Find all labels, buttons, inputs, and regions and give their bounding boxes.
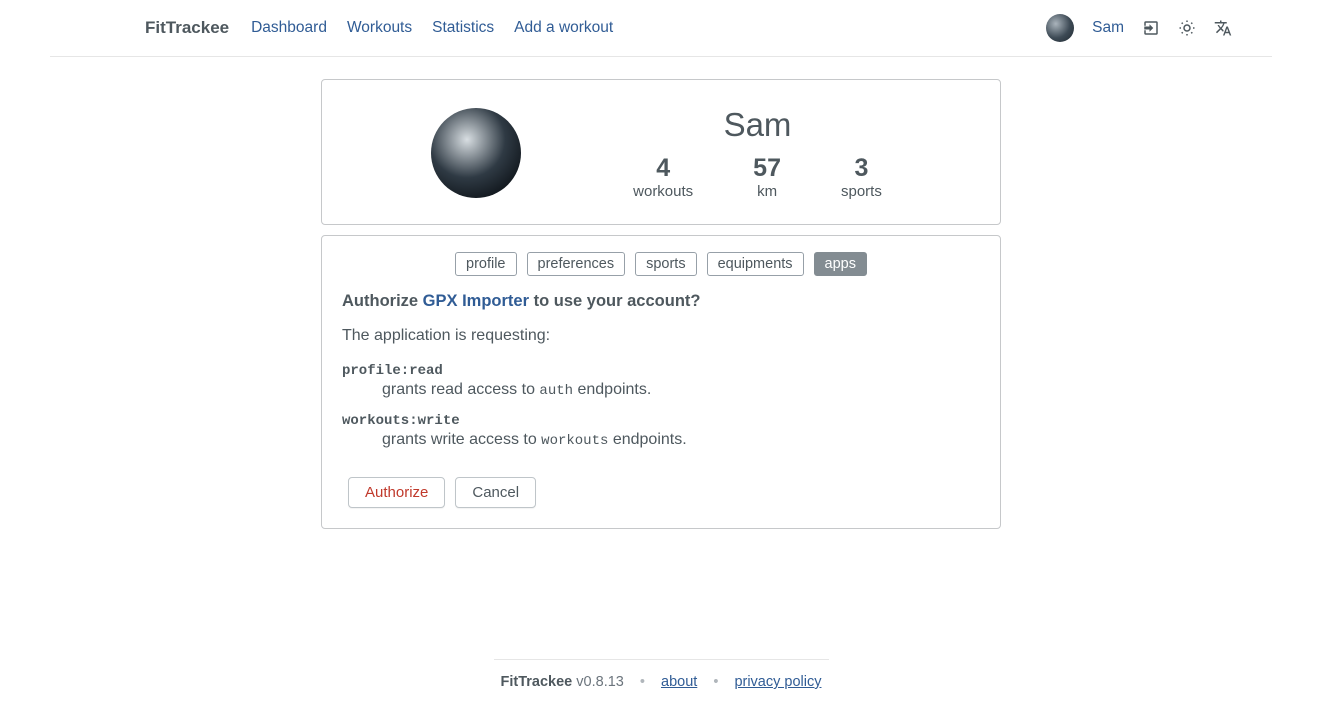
scope-name: profile:read xyxy=(342,363,980,379)
scope-workouts-write: workouts:write grants write access to wo… xyxy=(342,413,980,449)
footer-brand: FitTrackee xyxy=(501,674,573,690)
footer-separator: • xyxy=(713,674,718,690)
nav-workouts[interactable]: Workouts xyxy=(347,19,412,37)
button-row: Authorize Cancel xyxy=(348,477,980,508)
avatar[interactable] xyxy=(1046,14,1074,42)
footer-about-link[interactable]: about xyxy=(661,674,697,690)
app-name-link[interactable]: GPX Importer xyxy=(423,292,529,310)
stat-sports-num: 3 xyxy=(841,154,882,183)
tab-profile[interactable]: profile xyxy=(455,252,517,276)
nav-dashboard[interactable]: Dashboard xyxy=(251,19,327,37)
footer-version: v0.8.13 xyxy=(572,674,624,690)
profile-avatar xyxy=(431,108,521,198)
stat-sports: 3 sports xyxy=(841,154,882,200)
authorize-heading: Authorize GPX Importer to use your accou… xyxy=(342,292,980,311)
profile-main: Sam 4 workouts 57 km 3 sports xyxy=(581,106,974,200)
navbar: FitTrackee Dashboard Workouts Statistics… xyxy=(50,0,1272,57)
cancel-button[interactable]: Cancel xyxy=(455,477,536,508)
content-card: profile preferences sports equipments ap… xyxy=(321,235,1001,529)
tab-sports[interactable]: sports xyxy=(635,252,697,276)
nav-username[interactable]: Sam xyxy=(1092,19,1124,37)
logout-icon[interactable] xyxy=(1142,19,1160,37)
authorize-suffix: to use your account? xyxy=(529,292,700,310)
brand-logo[interactable]: FitTrackee xyxy=(145,18,229,38)
tab-preferences[interactable]: preferences xyxy=(527,252,626,276)
scope-name: workouts:write xyxy=(342,413,980,429)
tab-equipments[interactable]: equipments xyxy=(707,252,804,276)
stat-workouts-num: 4 xyxy=(633,154,693,183)
stat-km-num: 57 xyxy=(753,154,781,183)
footer-separator: • xyxy=(640,674,645,690)
tabs: profile preferences sports equipments ap… xyxy=(342,252,980,276)
scope-desc: grants read access to auth endpoints. xyxy=(382,381,980,399)
scope-profile-read: profile:read grants read access to auth … xyxy=(342,363,980,399)
nav-links: Dashboard Workouts Statistics Add a work… xyxy=(251,19,613,37)
stat-workouts-label: workouts xyxy=(633,183,693,200)
stat-km: 57 km xyxy=(753,154,781,200)
theme-icon[interactable] xyxy=(1178,19,1196,37)
authorize-prefix: Authorize xyxy=(342,292,423,310)
footer-privacy-link[interactable]: privacy policy xyxy=(734,674,821,690)
nav-statistics[interactable]: Statistics xyxy=(432,19,494,37)
nav-right: Sam xyxy=(1046,14,1232,42)
language-icon[interactable] xyxy=(1214,19,1232,37)
stat-sports-label: sports xyxy=(841,183,882,200)
stat-workouts: 4 workouts xyxy=(633,154,693,200)
profile-name: Sam xyxy=(581,106,934,144)
profile-header-card: Sam 4 workouts 57 km 3 sports xyxy=(321,79,1001,225)
profile-stats: 4 workouts 57 km 3 sports xyxy=(581,154,934,200)
requesting-text: The application is requesting: xyxy=(342,327,980,345)
authorize-button[interactable]: Authorize xyxy=(348,477,445,508)
tab-apps[interactable]: apps xyxy=(814,252,867,276)
footer: FitTrackee v0.8.13 • about • privacy pol… xyxy=(494,659,829,690)
nav-add-workout[interactable]: Add a workout xyxy=(514,19,613,37)
stat-km-label: km xyxy=(753,183,781,200)
scope-desc: grants write access to workouts endpoint… xyxy=(382,431,980,449)
